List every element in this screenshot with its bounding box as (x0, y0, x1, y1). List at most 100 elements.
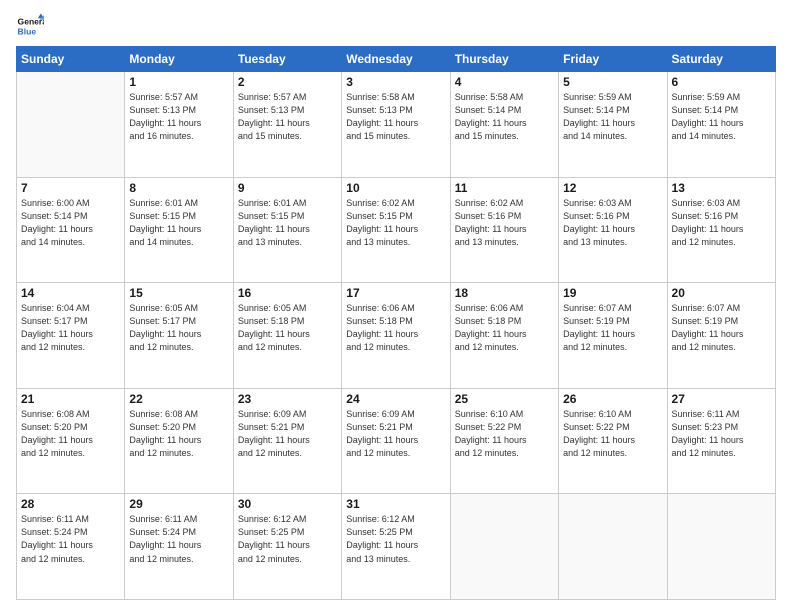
weekday-friday: Friday (559, 47, 667, 72)
day-number: 23 (238, 392, 337, 406)
day-cell: 30 Sunrise: 6:12 AM Sunset: 5:25 PM Dayli… (233, 494, 341, 600)
day-cell: 22 Sunrise: 6:08 AM Sunset: 5:20 PM Dayli… (125, 388, 233, 494)
day-info: Sunrise: 6:02 AM Sunset: 5:15 PM Dayligh… (346, 197, 445, 249)
day-info: Sunrise: 6:10 AM Sunset: 5:22 PM Dayligh… (563, 408, 662, 460)
day-cell: 16 Sunrise: 6:05 AM Sunset: 5:18 PM Dayli… (233, 283, 341, 389)
day-number: 3 (346, 75, 445, 89)
day-cell: 2 Sunrise: 5:57 AM Sunset: 5:13 PM Daylig… (233, 72, 341, 178)
day-cell: 23 Sunrise: 6:09 AM Sunset: 5:21 PM Dayli… (233, 388, 341, 494)
day-number: 15 (129, 286, 228, 300)
day-number: 26 (563, 392, 662, 406)
day-info: Sunrise: 6:11 AM Sunset: 5:23 PM Dayligh… (672, 408, 771, 460)
svg-text:Blue: Blue (18, 27, 37, 37)
day-info: Sunrise: 6:10 AM Sunset: 5:22 PM Dayligh… (455, 408, 554, 460)
day-number: 27 (672, 392, 771, 406)
day-info: Sunrise: 5:57 AM Sunset: 5:13 PM Dayligh… (129, 91, 228, 143)
day-info: Sunrise: 6:03 AM Sunset: 5:16 PM Dayligh… (672, 197, 771, 249)
calendar-table: SundayMondayTuesdayWednesdayThursdayFrid… (16, 46, 776, 600)
day-number: 18 (455, 286, 554, 300)
day-cell: 17Sunrise: 6:06 AM Sunset: 5:18 PM Dayli… (342, 283, 450, 389)
day-number: 19 (563, 286, 662, 300)
day-info: Sunrise: 6:08 AM Sunset: 5:20 PM Dayligh… (129, 408, 228, 460)
day-number: 25 (455, 392, 554, 406)
day-cell: 6Sunrise: 5:59 AM Sunset: 5:14 PM Daylig… (667, 72, 775, 178)
day-cell: 18 Sunrise: 6:06 AM Sunset: 5:18 PM Dayli… (450, 283, 558, 389)
day-number: 20 (672, 286, 771, 300)
day-info: Sunrise: 6:09 AM Sunset: 5:21 PM Dayligh… (238, 408, 337, 460)
day-cell (667, 494, 775, 600)
day-number: 11 (455, 181, 554, 195)
day-cell (559, 494, 667, 600)
day-cell: 8 Sunrise: 6:01 AM Sunset: 5:15 PM Daylig… (125, 177, 233, 283)
weekday-saturday: Saturday (667, 47, 775, 72)
day-number: 31 (346, 497, 445, 511)
day-info: Sunrise: 6:00 AM Sunset: 5:14 PM Dayligh… (21, 197, 120, 249)
day-cell: 9 Sunrise: 6:01 AM Sunset: 5:15 PM Daylig… (233, 177, 341, 283)
day-number: 8 (129, 181, 228, 195)
week-row-2: 7 Sunrise: 6:00 AM Sunset: 5:14 PM Daylig… (17, 177, 776, 283)
weekday-sunday: Sunday (17, 47, 125, 72)
day-info: Sunrise: 6:03 AM Sunset: 5:16 PM Dayligh… (563, 197, 662, 249)
day-number: 5 (563, 75, 662, 89)
day-cell: 13 Sunrise: 6:03 AM Sunset: 5:16 PM Dayli… (667, 177, 775, 283)
logo: General Blue (16, 12, 44, 40)
day-cell: 3 Sunrise: 5:58 AM Sunset: 5:13 PM Daylig… (342, 72, 450, 178)
day-number: 29 (129, 497, 228, 511)
header: General Blue (16, 12, 776, 40)
day-cell: 28Sunrise: 6:11 AM Sunset: 5:24 PM Dayli… (17, 494, 125, 600)
day-number: 24 (346, 392, 445, 406)
day-cell: 31Sunrise: 6:12 AM Sunset: 5:25 PM Dayli… (342, 494, 450, 600)
day-info: Sunrise: 6:01 AM Sunset: 5:15 PM Dayligh… (129, 197, 228, 249)
day-cell: 11 Sunrise: 6:02 AM Sunset: 5:16 PM Dayli… (450, 177, 558, 283)
weekday-tuesday: Tuesday (233, 47, 341, 72)
weekday-wednesday: Wednesday (342, 47, 450, 72)
day-number: 4 (455, 75, 554, 89)
day-info: Sunrise: 6:06 AM Sunset: 5:18 PM Dayligh… (455, 302, 554, 354)
day-info: Sunrise: 6:09 AM Sunset: 5:21 PM Dayligh… (346, 408, 445, 460)
day-info: Sunrise: 6:07 AM Sunset: 5:19 PM Dayligh… (672, 302, 771, 354)
day-info: Sunrise: 6:02 AM Sunset: 5:16 PM Dayligh… (455, 197, 554, 249)
weekday-thursday: Thursday (450, 47, 558, 72)
day-number: 10 (346, 181, 445, 195)
weekday-monday: Monday (125, 47, 233, 72)
day-cell (450, 494, 558, 600)
day-number: 1 (129, 75, 228, 89)
day-cell: 1 Sunrise: 5:57 AM Sunset: 5:13 PM Daylig… (125, 72, 233, 178)
page: General Blue SundayMondayTuesdayWednesda… (0, 0, 792, 612)
day-info: Sunrise: 6:12 AM Sunset: 5:25 PM Dayligh… (238, 513, 337, 565)
day-cell: 7 Sunrise: 6:00 AM Sunset: 5:14 PM Daylig… (17, 177, 125, 283)
logo-icon: General Blue (16, 12, 44, 40)
week-row-1: 1 Sunrise: 5:57 AM Sunset: 5:13 PM Daylig… (17, 72, 776, 178)
day-number: 16 (238, 286, 337, 300)
day-number: 2 (238, 75, 337, 89)
day-number: 30 (238, 497, 337, 511)
day-info: Sunrise: 6:08 AM Sunset: 5:20 PM Dayligh… (21, 408, 120, 460)
day-number: 9 (238, 181, 337, 195)
day-cell: 19 Sunrise: 6:07 AM Sunset: 5:19 PM Dayli… (559, 283, 667, 389)
day-info: Sunrise: 5:58 AM Sunset: 5:13 PM Dayligh… (346, 91, 445, 143)
day-info: Sunrise: 5:58 AM Sunset: 5:14 PM Dayligh… (455, 91, 554, 143)
day-number: 6 (672, 75, 771, 89)
week-row-5: 28Sunrise: 6:11 AM Sunset: 5:24 PM Dayli… (17, 494, 776, 600)
day-info: Sunrise: 6:11 AM Sunset: 5:24 PM Dayligh… (21, 513, 120, 565)
day-cell: 14 Sunrise: 6:04 AM Sunset: 5:17 PM Dayli… (17, 283, 125, 389)
day-cell: 21 Sunrise: 6:08 AM Sunset: 5:20 PM Dayli… (17, 388, 125, 494)
day-info: Sunrise: 6:07 AM Sunset: 5:19 PM Dayligh… (563, 302, 662, 354)
day-info: Sunrise: 6:04 AM Sunset: 5:17 PM Dayligh… (21, 302, 120, 354)
day-number: 21 (21, 392, 120, 406)
day-number: 22 (129, 392, 228, 406)
day-cell: 15Sunrise: 6:05 AM Sunset: 5:17 PM Dayli… (125, 283, 233, 389)
day-cell: 10 Sunrise: 6:02 AM Sunset: 5:15 PM Dayli… (342, 177, 450, 283)
weekday-header-row: SundayMondayTuesdayWednesdayThursdayFrid… (17, 47, 776, 72)
week-row-3: 14 Sunrise: 6:04 AM Sunset: 5:17 PM Dayli… (17, 283, 776, 389)
day-cell (17, 72, 125, 178)
day-number: 7 (21, 181, 120, 195)
day-info: Sunrise: 6:01 AM Sunset: 5:15 PM Dayligh… (238, 197, 337, 249)
day-number: 14 (21, 286, 120, 300)
day-number: 13 (672, 181, 771, 195)
day-info: Sunrise: 6:05 AM Sunset: 5:18 PM Dayligh… (238, 302, 337, 354)
day-info: Sunrise: 5:57 AM Sunset: 5:13 PM Dayligh… (238, 91, 337, 143)
day-cell: 26 Sunrise: 6:10 AM Sunset: 5:22 PM Dayli… (559, 388, 667, 494)
day-info: Sunrise: 5:59 AM Sunset: 5:14 PM Dayligh… (563, 91, 662, 143)
day-cell: 24 Sunrise: 6:09 AM Sunset: 5:21 PM Dayli… (342, 388, 450, 494)
